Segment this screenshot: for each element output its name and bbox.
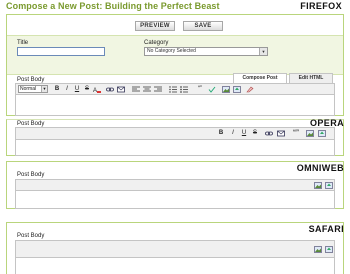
safari-panel: Post Body	[6, 222, 344, 274]
title-input[interactable]	[17, 47, 105, 56]
tab-edit-html[interactable]: Edit HTML	[289, 73, 333, 83]
link-icon[interactable]	[106, 86, 114, 93]
browser-label-firefox: FIREFOX	[300, 1, 342, 11]
editor-toolbar	[15, 179, 335, 191]
quote-icon[interactable]: “”	[196, 86, 204, 93]
editor-toolbar: B I U S “”	[15, 127, 335, 140]
align-right-icon[interactable]	[154, 86, 162, 93]
category-select[interactable]: No Category Selected ▼	[144, 47, 268, 56]
tab-compose-post[interactable]: Compose Post	[233, 73, 287, 83]
preview-button[interactable]: PREVIEW	[135, 21, 175, 31]
remove-formatting-icon[interactable]	[246, 86, 254, 93]
image-icon[interactable]	[222, 86, 230, 93]
email-icon[interactable]	[117, 86, 125, 93]
bold-button[interactable]: B	[54, 86, 60, 93]
upload-image-icon[interactable]	[318, 130, 326, 137]
post-meta-area: Title Category No Category Selected ▼	[7, 35, 343, 75]
post-body-editor[interactable]	[15, 258, 335, 274]
underline-button[interactable]: U	[241, 130, 247, 137]
upload-image-icon[interactable]	[233, 86, 241, 93]
bulleted-list-icon[interactable]	[180, 86, 188, 93]
post-body-editor[interactable]	[15, 95, 335, 116]
spellcheck-icon[interactable]	[208, 86, 216, 93]
action-row: PREVIEW SAVE	[7, 15, 343, 35]
image-icon[interactable]	[314, 182, 322, 189]
category-select-value: No Category Selected	[147, 48, 196, 54]
align-left-icon[interactable]	[132, 86, 140, 93]
editor-toolbar: Normal ▼ B I U S A “”	[15, 83, 335, 95]
text-color-icon[interactable]: A	[93, 86, 101, 93]
svg-text:A: A	[93, 88, 97, 93]
chevron-down-icon: ▼	[259, 48, 267, 55]
page-title: Compose a New Post: Building the Perfect…	[6, 1, 220, 11]
strikethrough-button[interactable]: S	[84, 86, 90, 93]
align-center-icon[interactable]	[143, 86, 151, 93]
editor-toolbar	[15, 240, 335, 258]
browser-label-omniweb: OMNIWEB	[296, 163, 344, 173]
upload-image-icon[interactable]	[325, 246, 333, 253]
font-size-select[interactable]: Normal ▼	[18, 85, 48, 93]
numbered-list-icon[interactable]	[169, 86, 177, 93]
font-size-value: Normal	[20, 86, 37, 92]
opera-panel: Post Body B I U S “”	[6, 119, 344, 156]
quote-icon[interactable]: “”	[292, 130, 300, 137]
post-body-editor[interactable]	[15, 191, 335, 209]
link-icon[interactable]	[265, 130, 273, 137]
image-icon[interactable]	[306, 130, 314, 137]
category-label: Category	[144, 40, 169, 46]
underline-button[interactable]: U	[74, 86, 80, 93]
image-icon[interactable]	[314, 246, 322, 253]
firefox-panel: PREVIEW SAVE Title Category No Category …	[6, 14, 344, 116]
italic-button[interactable]: I	[64, 86, 70, 93]
post-body-label: Post Body	[17, 172, 45, 178]
post-body-label: Post Body	[17, 233, 45, 239]
strikethrough-button[interactable]: S	[252, 130, 258, 137]
save-button[interactable]: SAVE	[183, 21, 223, 31]
bold-button[interactable]: B	[218, 130, 224, 137]
title-label: Title	[17, 40, 29, 46]
chevron-down-icon: ▼	[41, 86, 47, 92]
browser-label-safari: SAFARI	[308, 224, 344, 234]
omniweb-panel: Post Body	[6, 161, 344, 209]
browser-label-opera: OPERA	[309, 118, 344, 128]
post-body-editor[interactable]	[15, 140, 335, 156]
upload-image-icon[interactable]	[325, 182, 333, 189]
email-icon[interactable]	[277, 130, 285, 137]
italic-button[interactable]: I	[230, 130, 236, 137]
